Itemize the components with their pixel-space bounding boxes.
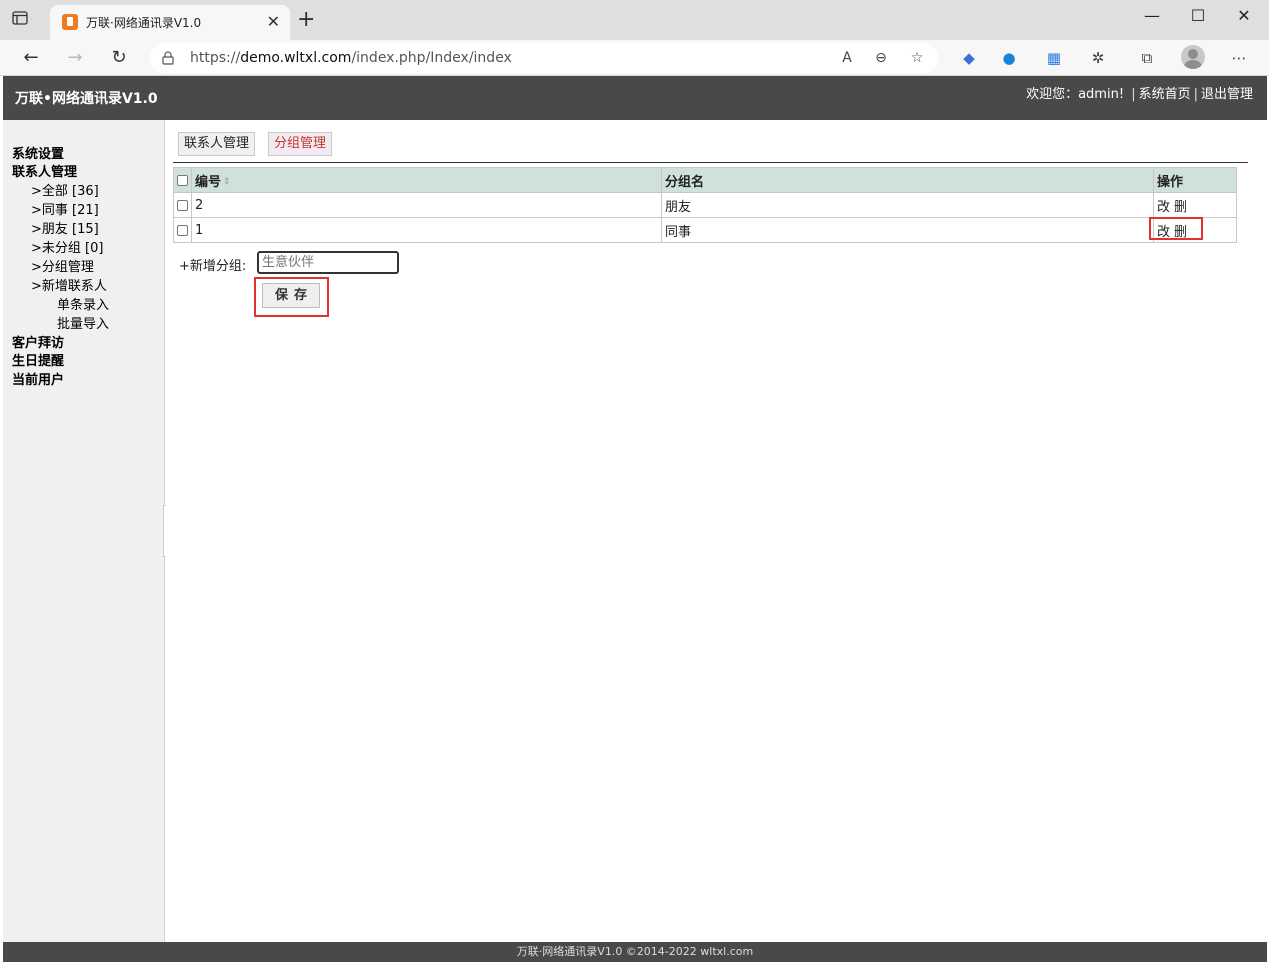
highlight-box-actions	[1149, 217, 1203, 240]
sidebar-item-single-entry[interactable]: 单条录入	[57, 294, 109, 313]
group-table: 编号 ⇕ 分组名 操作 2 朋友 改删 1 同事 改删	[173, 167, 1237, 243]
new-tab-button[interactable]: +	[297, 7, 315, 32]
sidebar-item-friends[interactable]: >朋友 [15]	[31, 218, 99, 237]
main-content: 联系人管理 分组管理 编号 ⇕ 分组名 操作 2 朋友 改删 1 同事 改删 +新…	[166, 120, 1267, 942]
more-icon[interactable]: ⋯	[1228, 47, 1250, 69]
row-checkbox-cell	[173, 192, 192, 218]
sidebar-item-all[interactable]: >全部 [36]	[31, 180, 99, 199]
cell-id: 2	[191, 192, 662, 218]
sidebar-item-current-user[interactable]: 当前用户	[12, 369, 64, 388]
row-checkbox[interactable]	[177, 224, 188, 236]
maximize-icon[interactable]: ☐	[1178, 6, 1218, 32]
delete-link[interactable]: 删	[1174, 200, 1187, 215]
minimize-icon[interactable]: —	[1132, 6, 1172, 32]
sidebar-item-add-contact[interactable]: >新增联系人	[31, 275, 107, 294]
cell-actions: 改删	[1153, 192, 1237, 218]
separator: |	[1193, 87, 1198, 102]
table-row: 1 同事 改删	[173, 217, 1237, 243]
browser-toolbar: ← → ↻ https://demo.wltxl.com/index.php/I…	[0, 40, 1269, 76]
profile-icon[interactable]	[1181, 45, 1205, 69]
extensions-icon[interactable]: ✲	[1087, 47, 1109, 69]
zoom-out-icon[interactable]: ⊖	[870, 48, 892, 68]
sidebar-item-batch-import[interactable]: 批量导入	[57, 313, 109, 332]
column-header-id[interactable]: 编号 ⇕	[191, 167, 662, 193]
select-all-checkbox-cell	[173, 167, 192, 193]
window-close-icon[interactable]: ✕	[1224, 6, 1264, 32]
favorite-icon[interactable]: ☆	[906, 48, 928, 68]
browser-tabbar: 万联·网络通讯录V1.0 ✕ + — ☐ ✕	[0, 0, 1269, 40]
edit-link[interactable]: 改	[1157, 200, 1170, 215]
table-header-row: 编号 ⇕ 分组名 操作	[173, 167, 1237, 193]
browser-tab[interactable]: 万联·网络通讯录V1.0 ✕	[50, 5, 290, 40]
back-icon[interactable]: ←	[17, 45, 45, 71]
reload-icon[interactable]: ↻	[105, 45, 133, 71]
sidebar: 系统设置 联系人管理 >全部 [36] >同事 [21] >朋友 [15] >未…	[3, 120, 165, 942]
sort-icon[interactable]: ⇕	[223, 177, 231, 187]
column-header-actions: 操作	[1153, 167, 1237, 193]
row-checkbox-cell	[173, 217, 192, 243]
select-all-checkbox[interactable]	[177, 174, 188, 186]
new-group-label: +新增分组:	[179, 259, 247, 274]
close-tab-icon[interactable]: ✕	[267, 12, 280, 31]
app-title: 万联•网络通讯录V1.0	[15, 91, 158, 107]
new-group-input[interactable]	[257, 251, 399, 274]
extension-icon[interactable]: ●	[998, 47, 1020, 69]
forward-icon[interactable]: →	[61, 45, 89, 71]
tab-actions-icon[interactable]	[12, 10, 34, 30]
sidebar-item-customer-visit[interactable]: 客户拜访	[12, 332, 64, 351]
row-checkbox[interactable]	[177, 199, 188, 211]
sidebar-item-birthday-reminder[interactable]: 生日提醒	[12, 350, 64, 369]
sidebar-item-system-settings[interactable]: 系统设置	[12, 143, 64, 162]
tab-title: 万联·网络通讯录V1.0	[86, 16, 202, 30]
read-aloud-icon[interactable]: A	[836, 48, 858, 68]
separator: |	[1131, 87, 1136, 102]
home-link[interactable]: 系统首页	[1139, 87, 1191, 102]
cell-id: 1	[191, 217, 662, 243]
cell-group-name: 同事	[661, 217, 1154, 243]
welcome-text: 欢迎您：admin!	[1026, 87, 1125, 102]
sidebar-item-colleagues[interactable]: >同事 [21]	[31, 199, 99, 218]
sidebar-item-contact-management[interactable]: 联系人管理	[12, 161, 77, 180]
sidebar-item-ungrouped[interactable]: >未分组 [0]	[31, 237, 103, 256]
url-text[interactable]: https://demo.wltxl.com/index.php/Index/i…	[190, 50, 512, 66]
column-header-name: 分组名	[661, 167, 1154, 193]
tab-contact-management[interactable]: 联系人管理	[178, 132, 256, 156]
tab-group-management[interactable]: 分组管理	[268, 132, 333, 156]
address-bar[interactable]: https://demo.wltxl.com/index.php/Index/i…	[150, 43, 938, 73]
sidebar-item-group-management[interactable]: >分组管理	[31, 256, 94, 275]
footer: 万联·网络通讯录V1.0 ©2014-2022 wltxl.com	[3, 942, 1267, 962]
extension-icon[interactable]: ◆	[958, 47, 980, 69]
cell-group-name: 朋友	[661, 192, 1154, 218]
header-links: 欢迎您：admin! | 系统首页 | 退出管理	[1026, 83, 1253, 102]
table-row: 2 朋友 改删	[173, 192, 1237, 218]
collections-icon[interactable]: ⧉	[1136, 47, 1158, 69]
save-button[interactable]: 保存	[262, 283, 320, 308]
site-favicon-icon	[62, 14, 78, 30]
app-header: 万联•网络通讯录V1.0 欢迎您：admin! | 系统首页 | 退出管理	[3, 76, 1267, 120]
logout-link[interactable]: 退出管理	[1201, 87, 1253, 102]
calendar-extension-icon[interactable]: ▦	[1043, 47, 1065, 69]
lock-icon[interactable]	[162, 51, 174, 65]
divider	[173, 162, 1248, 163]
